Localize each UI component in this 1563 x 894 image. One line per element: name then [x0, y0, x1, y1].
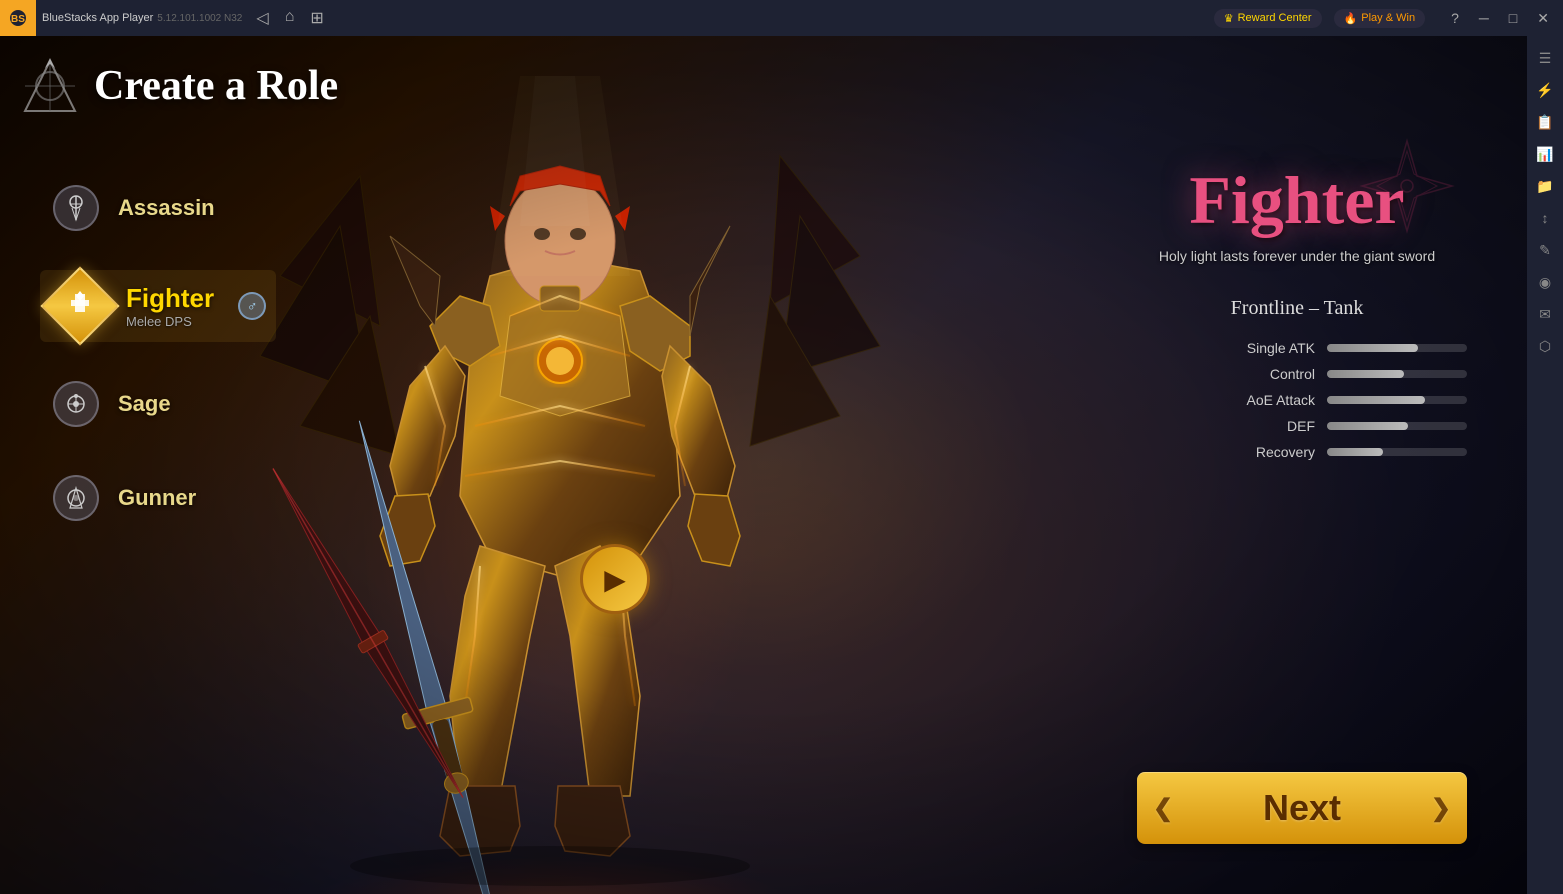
assassin-icon — [50, 182, 102, 234]
stat-row: Single ATK — [1127, 340, 1467, 356]
stat-bar-container — [1327, 344, 1467, 352]
gunner-name: Gunner — [118, 485, 196, 511]
stat-bar-container — [1327, 396, 1467, 404]
stat-bar — [1327, 422, 1408, 430]
home-button[interactable]: ⌂ — [279, 6, 301, 30]
edit-icon[interactable]: ✎ — [1531, 236, 1559, 264]
tabs-button[interactable]: ⊞ — [304, 6, 329, 30]
stat-row: AoE Attack — [1127, 392, 1467, 408]
fighter-name: Fighter — [126, 283, 214, 314]
role-title: Frontline – Tank — [1127, 297, 1467, 320]
reward-center-label: Reward Center — [1238, 12, 1312, 24]
title-bar-right: ♛ Reward Center 🔥 Play & Win ? ─ □ ✕ — [1214, 8, 1563, 29]
sage-name: Sage — [118, 391, 171, 417]
page-title: Create a Role — [94, 62, 338, 110]
character-list: Assassin Fighter Melee DPS — [40, 176, 276, 530]
play-win-button[interactable]: 🔥 Play & Win — [1334, 9, 1426, 28]
gender-icon[interactable]: ♂ — [238, 292, 266, 320]
stat-label: Recovery — [1225, 444, 1315, 460]
play-win-label: Play & Win — [1361, 12, 1415, 24]
lightning-icon[interactable]: ⚡ — [1531, 76, 1559, 104]
role-section: Frontline – Tank — [1127, 297, 1467, 320]
list-item[interactable]: Gunner — [40, 466, 276, 530]
right-sidebar: ☰ ⚡ 📋 📊 📁 ↕ ✎ ◉ ✉ ⬡ — [1527, 36, 1563, 894]
fighter-info: Fighter Melee DPS — [126, 283, 214, 329]
fighter-icon — [50, 276, 110, 336]
minimize-button[interactable]: ─ — [1473, 8, 1495, 29]
svg-text:BS: BS — [11, 14, 25, 25]
stat-bar — [1327, 448, 1383, 456]
stat-row: Control — [1127, 366, 1467, 382]
app-logo: BS — [0, 0, 36, 36]
stat-bar-container — [1327, 422, 1467, 430]
stats-container: Single ATK Control AoE Attack DEF Recove… — [1127, 340, 1467, 460]
restore-button[interactable]: □ — [1503, 8, 1523, 29]
next-button[interactable]: Next — [1137, 772, 1467, 844]
record-icon[interactable]: ◉ — [1531, 268, 1559, 296]
title-bar: BS BlueStacks App Player 5.12.101.1002 N… — [0, 0, 1563, 36]
list-item[interactable]: Assassin — [40, 176, 276, 240]
header-icon — [20, 56, 80, 116]
fighter-character — [180, 76, 980, 894]
info-panel: Fighter Holy light lasts forever under t… — [1127, 166, 1467, 460]
stat-row: DEF — [1127, 418, 1467, 434]
stat-label: Control — [1225, 366, 1315, 382]
stat-label: AoE Attack — [1225, 392, 1315, 408]
stat-row: Recovery — [1127, 444, 1467, 460]
help-button[interactable]: ? — [1445, 8, 1465, 29]
list-icon[interactable]: 📋 — [1531, 108, 1559, 136]
stat-label: Single ATK — [1225, 340, 1315, 356]
stat-bar-container — [1327, 370, 1467, 378]
list-item[interactable]: Fighter Melee DPS ♂ — [40, 270, 276, 342]
app-name: BlueStacks App Player — [42, 12, 153, 24]
game-area: Create a Role Assassin — [0, 36, 1527, 894]
crown-icon: ♛ — [1224, 12, 1234, 25]
hexagon-icon[interactable]: ⬡ — [1531, 332, 1559, 360]
reward-center-button[interactable]: ♛ Reward Center — [1214, 9, 1322, 28]
fighter-subtitle: Melee DPS — [126, 314, 214, 329]
gunner-icon — [50, 472, 102, 524]
message-icon[interactable]: ✉ — [1531, 300, 1559, 328]
assassin-name: Assassin — [118, 195, 215, 221]
decor-ornament — [1357, 136, 1457, 241]
nav-controls[interactable]: ◁ ⌂ ⊞ — [250, 6, 329, 30]
chart-icon[interactable]: 📊 — [1531, 140, 1559, 168]
play-button[interactable]: ▶ — [580, 544, 650, 614]
fire-icon: 🔥 — [1344, 12, 1358, 25]
stat-bar — [1327, 396, 1425, 404]
stat-bar — [1327, 370, 1404, 378]
stat-bar — [1327, 344, 1418, 352]
close-button[interactable]: ✕ — [1531, 8, 1555, 29]
stat-label: DEF — [1225, 418, 1315, 434]
class-description: Holy light lasts forever under the giant… — [1127, 246, 1467, 267]
app-version: 5.12.101.1002 N32 — [157, 13, 242, 24]
page-header: Create a Role — [20, 56, 338, 116]
window-controls: ? ─ □ ✕ — [1445, 8, 1555, 29]
stat-bar-container — [1327, 448, 1467, 456]
folder-icon[interactable]: 📁 — [1531, 172, 1559, 200]
menu-icon[interactable]: ☰ — [1531, 44, 1559, 72]
list-item[interactable]: Sage — [40, 372, 276, 436]
back-button[interactable]: ◁ — [250, 6, 274, 30]
sage-icon — [50, 378, 102, 430]
resize-icon[interactable]: ↕ — [1531, 204, 1559, 232]
